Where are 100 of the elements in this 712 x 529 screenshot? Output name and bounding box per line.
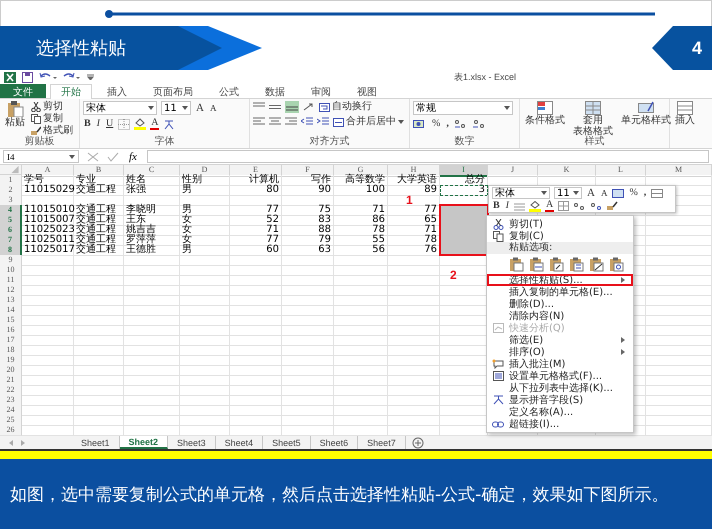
increase-font-button[interactable]: A bbox=[586, 187, 596, 199]
merge-center-button[interactable]: 合并后居中 bbox=[333, 116, 404, 128]
increase-indent-icon[interactable] bbox=[317, 117, 329, 127]
paste-option-icon[interactable] bbox=[609, 256, 624, 272]
decrease-font-button[interactable]: A bbox=[208, 102, 218, 114]
row-header[interactable]: 2 bbox=[0, 185, 22, 196]
row-header[interactable]: 19 bbox=[0, 355, 22, 366]
align-middle-icon[interactable] bbox=[269, 102, 281, 112]
align-right-icon[interactable] bbox=[285, 117, 297, 127]
fill-color-icon[interactable] bbox=[134, 118, 146, 130]
paste-button[interactable]: 粘贴 bbox=[3, 101, 27, 128]
insert-function-button[interactable]: fx bbox=[127, 150, 139, 162]
row-header[interactable]: 1 bbox=[0, 175, 22, 186]
ribbon-tab[interactable]: 视图 bbox=[346, 84, 388, 98]
comma-style-button[interactable]: , bbox=[642, 187, 648, 199]
underline-button[interactable]: U bbox=[105, 118, 114, 130]
decrease-decimal-icon[interactable] bbox=[472, 119, 486, 129]
row-header[interactable]: 23 bbox=[0, 395, 22, 406]
column-header[interactable]: L bbox=[596, 165, 646, 177]
align-center-icon[interactable] bbox=[269, 117, 281, 127]
percent-button[interactable]: % bbox=[628, 187, 639, 199]
formula-field[interactable] bbox=[146, 150, 709, 163]
menu-item[interactable]: 剪切(T) bbox=[487, 218, 633, 230]
decrease-decimal-icon[interactable] bbox=[590, 202, 604, 210]
row-header[interactable]: 25 bbox=[0, 415, 22, 426]
row-header[interactable]: 8 bbox=[0, 245, 22, 256]
menu-item[interactable]: 定义名称(A)... bbox=[487, 406, 633, 418]
ribbon-tab[interactable]: 页面布局 bbox=[142, 84, 204, 98]
add-sheet-icon[interactable] bbox=[412, 436, 424, 448]
ribbon-tab[interactable]: 数据 bbox=[254, 84, 296, 98]
decrease-font-button[interactable]: A bbox=[600, 187, 608, 199]
decrease-indent-icon[interactable] bbox=[301, 117, 313, 127]
row-header[interactable]: 24 bbox=[0, 405, 22, 416]
menu-item[interactable]: 清除内容(N) bbox=[487, 310, 633, 322]
enter-check-icon[interactable] bbox=[107, 152, 119, 162]
redo-icon[interactable] bbox=[63, 72, 81, 82]
row-header[interactable]: 14 bbox=[0, 305, 22, 316]
name-box[interactable]: I4 bbox=[3, 150, 79, 163]
row-header[interactable]: 4 bbox=[0, 205, 22, 216]
row-header[interactable]: 5 bbox=[0, 215, 22, 226]
row-header[interactable]: 15 bbox=[0, 315, 22, 326]
column-header[interactable]: J bbox=[488, 165, 538, 177]
format-painter-icon[interactable] bbox=[607, 201, 618, 211]
italic-button[interactable]: I bbox=[96, 118, 102, 130]
font-name-field[interactable]: 宋体 bbox=[492, 187, 550, 199]
row-header[interactable]: 3 bbox=[0, 195, 22, 206]
number-format-field[interactable]: 常规 bbox=[413, 101, 513, 115]
menu-item[interactable]: 删除(D)... bbox=[487, 298, 633, 310]
increase-font-button[interactable]: A bbox=[195, 102, 205, 114]
customize-caret-icon[interactable] bbox=[87, 74, 94, 80]
row-header[interactable]: 11 bbox=[0, 275, 22, 286]
cell-styles-button[interactable]: 单元格样式 bbox=[619, 101, 673, 126]
format-painter-button[interactable]: 格式刷 bbox=[31, 125, 73, 137]
paste-option-icon[interactable] bbox=[549, 256, 564, 272]
bold-button[interactable]: B bbox=[83, 118, 92, 130]
dropdown-caret-icon[interactable] bbox=[148, 106, 154, 110]
ribbon-tab[interactable]: 开始 bbox=[50, 84, 92, 99]
row-header[interactable]: 18 bbox=[0, 345, 22, 356]
row-header[interactable]: 17 bbox=[0, 335, 22, 346]
font-size-field[interactable]: 11 bbox=[554, 187, 582, 199]
column-header[interactable]: M bbox=[646, 165, 712, 177]
row-header[interactable]: 10 bbox=[0, 265, 22, 276]
paste-option-icon[interactable] bbox=[589, 256, 604, 272]
ribbon-tab[interactable]: 公式 bbox=[208, 84, 250, 98]
wrap-text-button[interactable]: 自动换行 bbox=[319, 101, 372, 113]
conditional-format-button[interactable]: 条件格式 bbox=[523, 101, 567, 126]
align-left-icon[interactable] bbox=[253, 117, 265, 127]
row-header[interactable]: 20 bbox=[0, 365, 22, 376]
format-as-table-button[interactable]: 套用 表格格式 bbox=[571, 101, 615, 137]
menu-item[interactable]: 显示拼音字段(S) bbox=[487, 394, 633, 406]
align-bottom-icon[interactable] bbox=[285, 101, 299, 113]
excel-logo-icon[interactable] bbox=[4, 72, 16, 82]
row-header[interactable]: 7 bbox=[0, 235, 22, 246]
copy-button[interactable]: 复制 bbox=[31, 113, 73, 125]
dropdown-caret-icon[interactable] bbox=[573, 191, 579, 195]
row-header[interactable]: 16 bbox=[0, 325, 22, 336]
row-header[interactable]: 13 bbox=[0, 295, 22, 306]
menu-item[interactable]: 排序(O) bbox=[487, 346, 633, 358]
save-icon[interactable] bbox=[22, 72, 33, 82]
align-center-icon[interactable] bbox=[514, 202, 526, 210]
menu-item[interactable]: 从下拉列表中选择(K)... bbox=[487, 382, 633, 394]
menu-item[interactable]: 插入复制的单元格(E)... bbox=[487, 286, 633, 298]
font-color-button[interactable]: A bbox=[545, 200, 554, 212]
cut-button[interactable]: 剪切 bbox=[31, 101, 73, 113]
row-header[interactable]: 12 bbox=[0, 285, 22, 296]
paste-option-icon[interactable] bbox=[529, 256, 544, 272]
table-icon[interactable] bbox=[651, 188, 664, 198]
sheet-tab[interactable]: Sheet2 bbox=[120, 436, 168, 449]
menu-item[interactable]: 复制(C) bbox=[487, 230, 633, 242]
dropdown-caret-icon[interactable] bbox=[504, 106, 510, 110]
paste-option-icon[interactable] bbox=[509, 256, 524, 272]
paste-option-icon[interactable] bbox=[569, 256, 584, 272]
fill-color-icon[interactable] bbox=[529, 200, 542, 212]
column-header[interactable]: K bbox=[538, 165, 596, 177]
menu-item[interactable]: 超链接(I)... bbox=[487, 418, 633, 430]
row-header[interactable]: 21 bbox=[0, 375, 22, 386]
phonetic-icon[interactable] bbox=[163, 118, 176, 130]
dropdown-caret-icon[interactable] bbox=[69, 154, 75, 158]
dropdown-caret-icon[interactable] bbox=[541, 191, 547, 195]
italic-button[interactable]: I bbox=[504, 200, 510, 212]
